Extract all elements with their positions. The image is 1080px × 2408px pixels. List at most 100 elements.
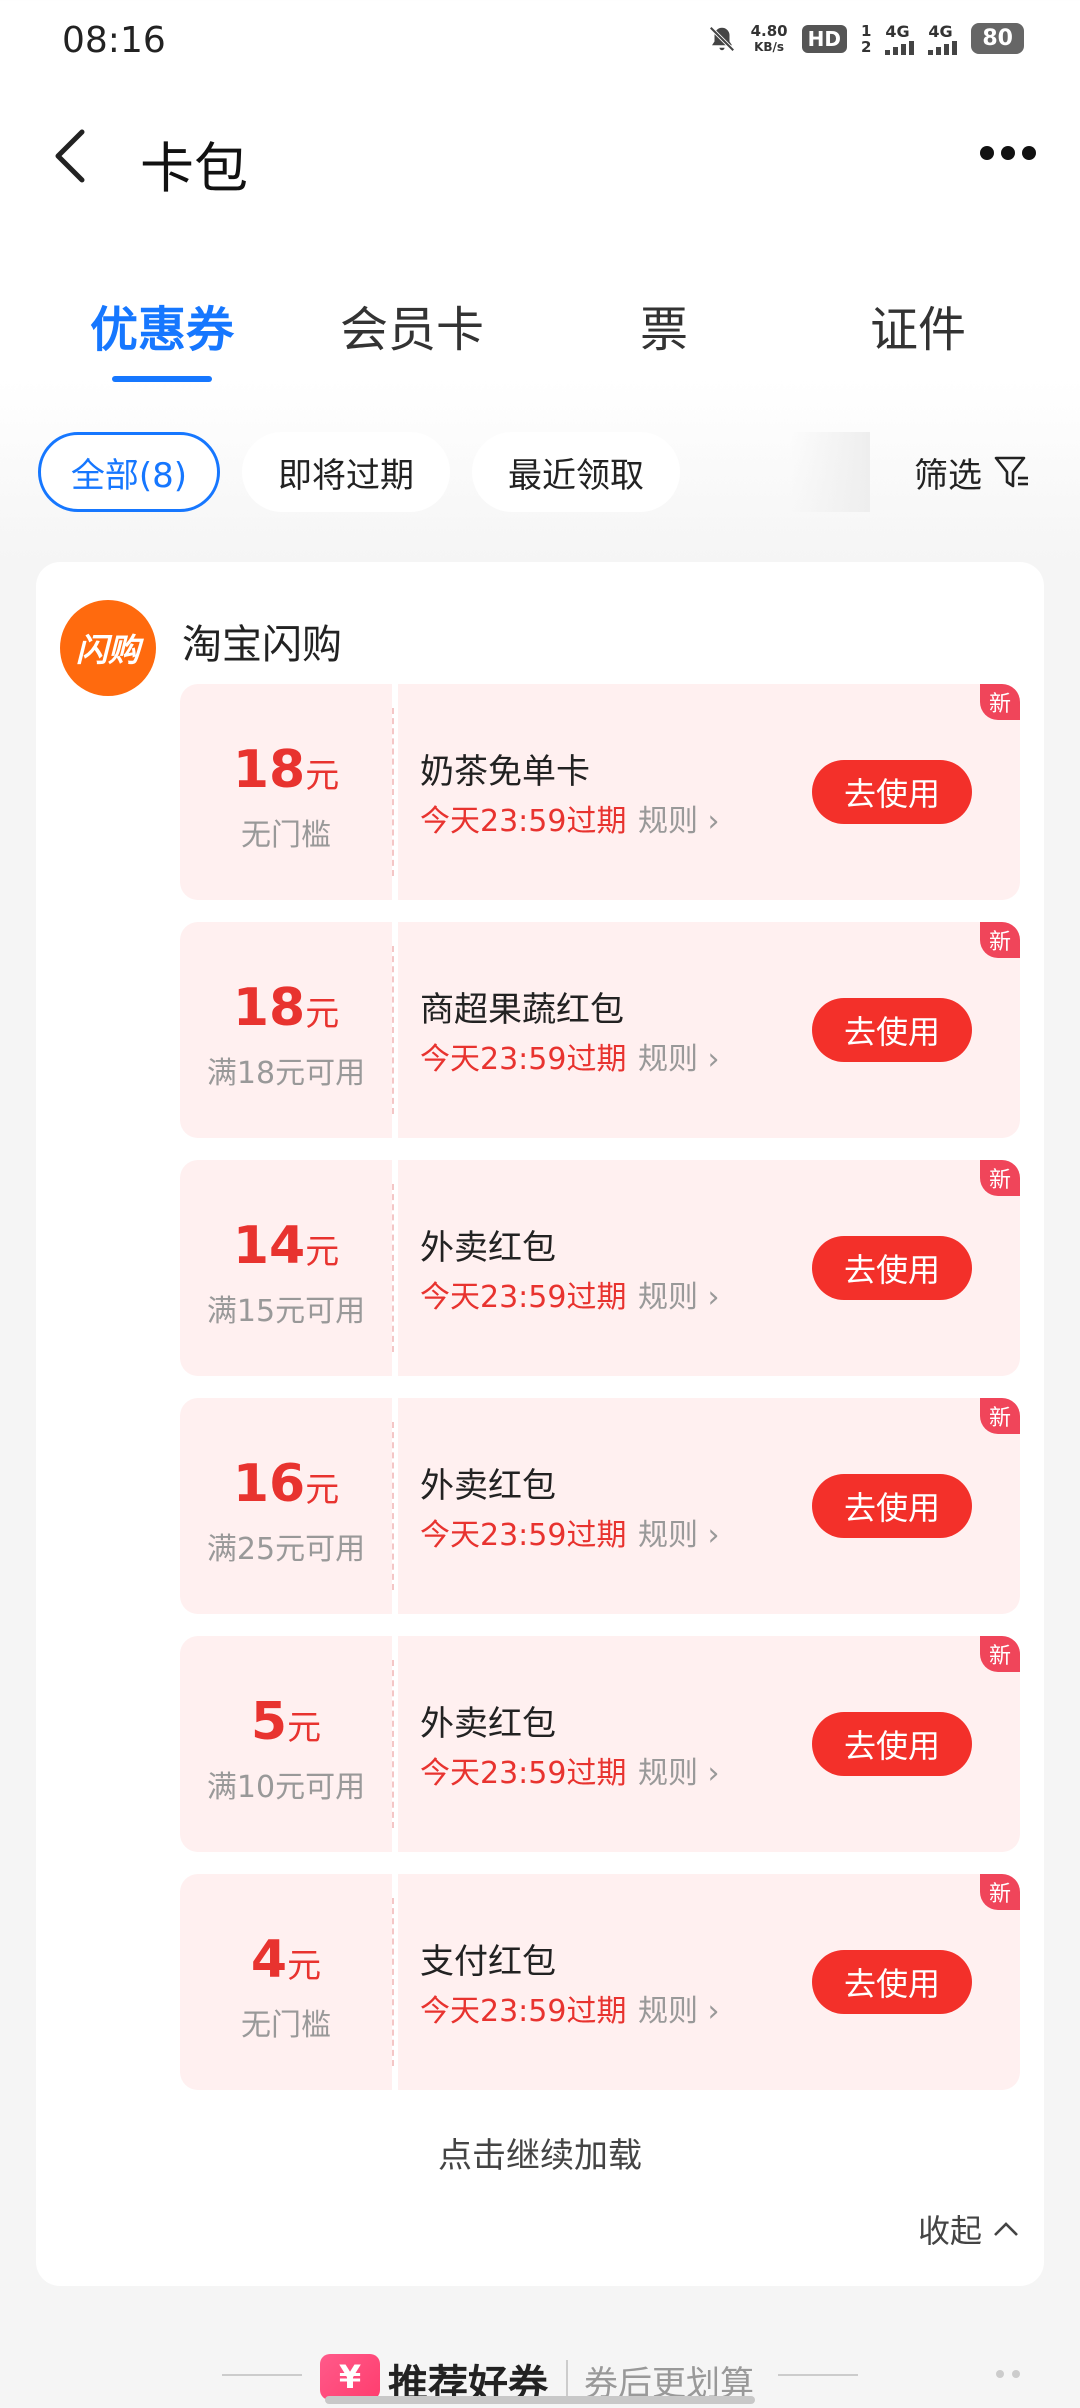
chevron-up-icon <box>994 2222 1018 2236</box>
coupon-condition: 无门槛 <box>241 2008 331 2043</box>
coupon-rules-link[interactable]: 规则 › <box>638 796 720 840</box>
signal-1-label: 4G <box>885 22 910 41</box>
new-badge: 新 <box>980 1874 1020 1910</box>
amount-value: 16 <box>232 1454 306 1514</box>
sim-bottom: 2 <box>860 37 872 56</box>
coupon-card[interactable]: 14元 满15元可用 外卖红包 今天23:59过期 规则 › 去使用 新 <box>180 1160 1020 1376</box>
new-badge: 新 <box>980 684 1020 720</box>
filter-button[interactable]: 筛选 <box>914 432 1032 512</box>
tab-member-cards[interactable]: 会员卡 <box>312 290 512 360</box>
new-badge: 新 <box>980 1398 1020 1434</box>
signal-2: 4G <box>928 22 958 55</box>
chevron-right-icon: › <box>707 1518 720 1553</box>
coupon-rules-link[interactable]: 规则 › <box>638 1510 720 1554</box>
coupon-expiry: 今天23:59过期 <box>420 1280 627 1315</box>
filter-label: 筛选 <box>914 455 982 496</box>
chip-expiring[interactable]: 即将过期 <box>242 432 450 512</box>
amount-unit: 元 <box>305 994 340 1034</box>
coupon-rules-link[interactable]: 规则 › <box>638 1748 720 1792</box>
tab-underline <box>112 376 212 382</box>
amount-value: 18 <box>232 740 306 800</box>
coupon-condition: 满25元可用 <box>206 1532 366 1567</box>
use-coupon-button[interactable]: 去使用 <box>812 760 972 824</box>
status-icons: 4.80 KB/s HD 1 2 4G 4G 80 <box>707 22 1024 55</box>
coupon-card[interactable]: 18元 无门槛 奶茶免单卡 今天23:59过期 规则 › 去使用 新 <box>180 684 1020 900</box>
coupon-name: 外卖红包 <box>420 1466 556 1506</box>
rules-label: 规则 <box>638 1280 698 1315</box>
merchant-logo[interactable]: 闪购 <box>60 600 156 696</box>
merchant-name[interactable]: 淘宝闪购 <box>182 612 342 670</box>
sim-indicator: 1 2 <box>861 23 871 55</box>
tab-certificates[interactable]: 证件 <box>818 290 1018 360</box>
home-indicator[interactable] <box>325 2396 755 2404</box>
coupon-rules-link[interactable]: 规则 › <box>638 1272 720 1316</box>
scroll-fade <box>790 432 870 512</box>
coupon-amount: 18元 <box>180 978 392 1038</box>
rules-label: 规则 <box>638 1994 698 2029</box>
rules-label: 规则 <box>638 1518 698 1553</box>
coupon-amount: 5元 <box>180 1692 392 1752</box>
chevron-right-icon: › <box>707 804 720 839</box>
coupon-condition: 满15元可用 <box>206 1294 366 1329</box>
chip-all[interactable]: 全部(8) <box>38 432 220 512</box>
merchant-card: 闪购 淘宝闪购 18元 无门槛 奶茶免单卡 今天23:59过期 规则 › 去使用… <box>36 562 1044 2286</box>
coupon-card[interactable]: 5元 满10元可用 外卖红包 今天23:59过期 规则 › 去使用 新 <box>180 1636 1020 1852</box>
sim-top: 1 <box>860 21 872 40</box>
amount-unit: 元 <box>305 756 340 796</box>
use-coupon-button[interactable]: 去使用 <box>812 1950 972 2014</box>
more-dots-icon <box>996 2370 1020 2378</box>
collapse-label: 收起 <box>917 2212 982 2250</box>
tab-bar: 优惠券 会员卡 票 证件 <box>0 290 1080 390</box>
coupon-name: 支付红包 <box>420 1942 556 1982</box>
coupon-rules-link[interactable]: 规则 › <box>638 1034 720 1078</box>
chevron-right-icon: › <box>707 1756 720 1791</box>
use-coupon-button[interactable]: 去使用 <box>812 1474 972 1538</box>
coupon-amount: 16元 <box>180 1454 392 1514</box>
amount-value: 14 <box>232 1216 306 1276</box>
divider <box>566 2360 568 2396</box>
coupon-expiry: 今天23:59过期 <box>420 1042 627 1077</box>
coupon-card[interactable]: 18元 满18元可用 商超果蔬红包 今天23:59过期 规则 › 去使用 新 <box>180 922 1020 1138</box>
yuan-coupon-icon: ¥ <box>320 2354 380 2400</box>
new-badge: 新 <box>980 922 1020 958</box>
tab-tickets[interactable]: 票 <box>564 290 764 360</box>
chip-recent[interactable]: 最近领取 <box>472 432 680 512</box>
filter-icon <box>994 456 1028 488</box>
coupon-expiry: 今天23:59过期 <box>420 1518 627 1553</box>
tab-coupons[interactable]: 优惠券 <box>62 290 262 360</box>
chevron-right-icon: › <box>707 1042 720 1077</box>
coupon-rules-link[interactable]: 规则 › <box>638 1986 720 2030</box>
coupon-expiry: 今天23:59过期 <box>420 1994 627 2029</box>
divider-line <box>222 2374 302 2376</box>
new-badge: 新 <box>980 1160 1020 1196</box>
amount-unit: 元 <box>305 1232 340 1272</box>
use-coupon-button[interactable]: 去使用 <box>812 1712 972 1776</box>
net-speed-value: 4.80 <box>750 21 788 40</box>
signal-1: 4G <box>885 22 915 55</box>
coupon-name: 外卖红包 <box>420 1228 556 1268</box>
coupon-card[interactable]: 16元 满25元可用 外卖红包 今天23:59过期 规则 › 去使用 新 <box>180 1398 1020 1614</box>
filter-bar: 全部(8) 即将过期 最近领取 筛选 <box>0 432 1080 512</box>
amount-unit: 元 <box>305 1470 340 1510</box>
hd-badge: HD <box>801 24 847 53</box>
battery-icon: 80 <box>971 23 1024 54</box>
use-coupon-button[interactable]: 去使用 <box>812 998 972 1062</box>
coupon-card[interactable]: 4元 无门槛 支付红包 今天23:59过期 规则 › 去使用 新 <box>180 1874 1020 2090</box>
coupon-name: 外卖红包 <box>420 1704 556 1744</box>
chevron-left-icon[interactable] <box>48 126 98 186</box>
amount-unit: 元 <box>287 1946 322 1986</box>
signal-bars-icon <box>928 41 958 55</box>
collapse-button[interactable]: 收起 <box>918 2206 1020 2252</box>
status-bar: 08:16 4.80 KB/s HD 1 2 4G 4G 80 <box>0 0 1080 84</box>
signal-bars-icon <box>885 41 915 55</box>
more-dots-icon[interactable] <box>980 146 1036 160</box>
load-more-button[interactable]: 点击继续加载 <box>36 2128 1044 2177</box>
net-speed: 4.80 KB/s <box>751 23 788 55</box>
rules-label: 规则 <box>638 804 698 839</box>
coupon-amount: 14元 <box>180 1216 392 1276</box>
rules-label: 规则 <box>638 1042 698 1077</box>
use-coupon-button[interactable]: 去使用 <box>812 1236 972 1300</box>
divider-line <box>778 2374 858 2376</box>
amount-value: 5 <box>250 1692 288 1752</box>
signal-2-label: 4G <box>928 22 953 41</box>
